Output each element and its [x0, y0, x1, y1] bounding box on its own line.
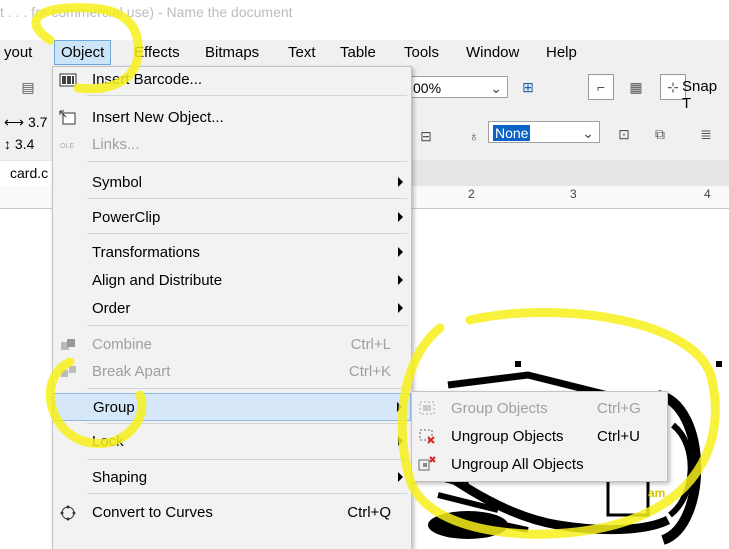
break-apart-icon [59, 364, 77, 380]
width-field[interactable]: ⟷ 3.7 [4, 114, 47, 131]
menu-window[interactable]: Window [466, 44, 519, 61]
chevron-down-icon: ⌄ [582, 125, 594, 141]
menu-layout[interactable]: yout [4, 44, 32, 61]
window-title: t . . . for commercial use) - Name the d… [0, 4, 293, 20]
menu-item-label: Convert to Curves [92, 504, 213, 521]
group-objects-icon [418, 400, 436, 416]
menu-item-label: Symbol [92, 174, 143, 191]
menu-item-shortcut: Ctrl+Q [347, 504, 391, 521]
object-menu: Insert Barcode... Insert New Object... O… [52, 66, 412, 549]
submenu-item-label: Ungroup All Objects [451, 456, 584, 473]
menu-item-convert-to-curves[interactable]: Convert to Curves Ctrl+Q [53, 500, 411, 526]
combine-icon [59, 337, 77, 353]
menu-item-label: Transformations [92, 244, 200, 261]
submenu-item-label: Group Objects [451, 400, 548, 417]
menu-item-label: Break Apart [92, 363, 171, 380]
submenu-arrow-icon [398, 436, 403, 446]
submenu-arrow-icon [398, 472, 403, 482]
barcode-icon [59, 72, 77, 88]
svg-text:OLE: OLE [60, 143, 74, 150]
chevron-down-icon: ⌄ [490, 80, 502, 96]
menu-item-symbol[interactable]: Symbol [53, 170, 411, 196]
page-icon[interactable]: ▤ [16, 75, 40, 99]
menu-effects[interactable]: Effects [134, 44, 180, 61]
submenu-item-shortcut: Ctrl+U [597, 428, 640, 445]
menu-text[interactable]: Text [288, 44, 316, 61]
submenu-arrow-icon [398, 177, 403, 187]
ruler-tick: 3 [570, 187, 577, 201]
height-value: 3.4 [14, 136, 35, 152]
view-icon[interactable]: ▦ [624, 75, 648, 99]
insert-object-icon [59, 110, 77, 126]
submenu-item-ungroup-objects[interactable]: Ungroup Objects Ctrl+U [412, 423, 667, 449]
menu-item-insert-new-object[interactable]: Insert New Object... [53, 105, 411, 131]
menu-item-label: Shaping [92, 469, 148, 486]
align-icon[interactable]: ⊟ [414, 124, 438, 148]
submenu-arrow-icon [397, 402, 402, 412]
menu-table[interactable]: Table [340, 44, 376, 61]
submenu-arrow-icon [398, 275, 403, 285]
selection-handle[interactable] [716, 361, 722, 367]
menu-item-links[interactable]: OLE Links... [53, 132, 411, 158]
menu-item-transformations[interactable]: Transformations [53, 240, 411, 266]
menu-item-label: Insert Barcode... [92, 71, 203, 88]
text-align-icon[interactable]: ≣ [694, 122, 718, 146]
ruler-tick: 2 [468, 187, 475, 201]
height-field[interactable]: ↕ 3.4 [4, 136, 34, 152]
ole-icon: OLE [59, 137, 77, 153]
menu-bar: yout Object Effects Bitmaps Text Table T… [0, 40, 729, 66]
group-icon[interactable]: ⊡ [612, 122, 636, 146]
convert-curves-icon [59, 505, 77, 521]
menu-item-shaping[interactable]: Shaping [53, 465, 411, 491]
menu-item-order[interactable]: Order [53, 296, 411, 322]
menu-item-label: Links... [92, 136, 140, 153]
menu-bitmaps[interactable]: Bitmaps [205, 44, 259, 61]
menu-item-powerclip[interactable]: PowerClip [53, 205, 411, 231]
ungroup-icon[interactable]: ⧉ [648, 122, 672, 146]
rulers-icon[interactable]: ⌐ [588, 74, 614, 100]
submenu-arrow-icon [398, 212, 403, 222]
menu-tools[interactable]: Tools [404, 44, 439, 61]
menu-help[interactable]: Help [546, 44, 577, 61]
menu-item-lock[interactable]: Lock [53, 429, 411, 455]
menu-item-label: Group [93, 399, 135, 416]
group-submenu: Group Objects Ctrl+G Ungroup Objects Ctr… [411, 391, 668, 482]
submenu-item-group-objects[interactable]: Group Objects Ctrl+G [412, 395, 667, 421]
logo-text: am [648, 486, 665, 500]
menu-item-shortcut: Ctrl+L [350, 336, 391, 353]
zoom-fit-icon[interactable]: ⊞ [516, 75, 540, 99]
zoom-combo[interactable]: 00% ⌄ [408, 76, 508, 98]
menu-item-label: Combine [92, 336, 153, 353]
menu-item-label: Order [92, 300, 131, 317]
submenu-arrow-icon [398, 247, 403, 257]
outline-value: None [493, 125, 531, 141]
width-value: 3.7 [27, 114, 48, 130]
title-bar: t . . . for commercial use) - Name the d… [0, 0, 729, 40]
submenu-arrow-icon [398, 303, 403, 313]
zoom-value: 00% [413, 80, 442, 96]
menu-item-insert-barcode[interactable]: Insert Barcode... [53, 67, 411, 93]
pen-icon[interactable]: ♁ [462, 124, 486, 148]
submenu-item-ungroup-all[interactable]: Ungroup All Objects [412, 451, 667, 477]
ungroup-objects-icon [418, 428, 436, 444]
menu-item-break-apart[interactable]: Break Apart Ctrl+K [53, 359, 411, 385]
menu-item-label: Lock [92, 433, 124, 450]
document-tab[interactable]: card.c [0, 161, 60, 186]
menu-item-shortcut: Ctrl+K [348, 363, 391, 380]
menu-item-align-distribute[interactable]: Align and Distribute [53, 268, 411, 294]
submenu-item-label: Ungroup Objects [451, 428, 564, 445]
menu-object[interactable]: Object [54, 40, 112, 65]
outline-width-combo[interactable]: None ⌄ [488, 121, 600, 143]
menu-item-label: Align and Distribute [92, 272, 223, 289]
ungroup-all-icon [418, 456, 436, 472]
ruler-tick: 4 [704, 187, 711, 201]
snap-to-label[interactable]: Snap T [682, 78, 729, 112]
submenu-item-shortcut: Ctrl+G [597, 400, 641, 417]
menu-item-group[interactable]: Group [53, 393, 411, 421]
menu-item-label: PowerClip [92, 209, 161, 226]
menu-item-label: Insert New Object... [92, 109, 224, 126]
menu-item-combine[interactable]: Combine Ctrl+L [53, 332, 411, 358]
